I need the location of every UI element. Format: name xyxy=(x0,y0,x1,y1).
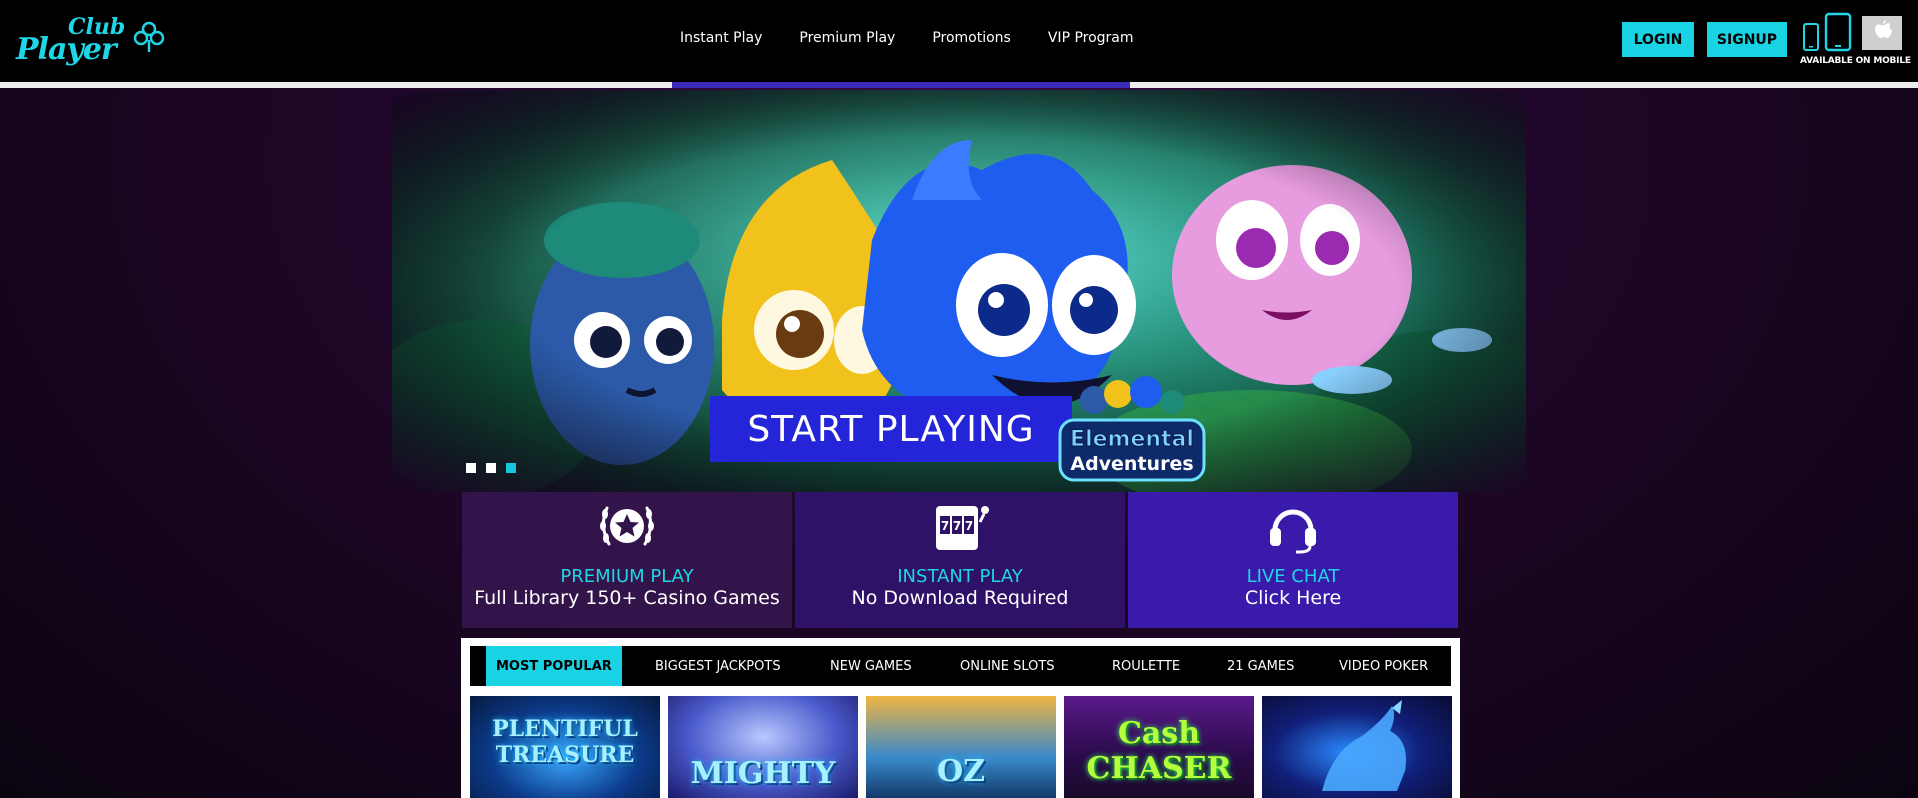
slot-machine-icon: 7 7 7 xyxy=(936,506,989,550)
login-button[interactable]: LOGIN xyxy=(1622,22,1694,57)
feature-tiles: PREMIUM PLAY Full Library 150+ Casino Ga… xyxy=(462,492,1458,628)
game-thumb-blue-horse[interactable] xyxy=(1262,696,1452,798)
feature-title: LIVE CHAT xyxy=(1246,566,1340,587)
game-thumb-label: MIGHTY xyxy=(690,756,836,791)
tab-online-slots[interactable]: ONLINE SLOTS xyxy=(960,646,1055,686)
clover-icon xyxy=(133,21,165,52)
tab-video-poker[interactable]: VIDEO POKER xyxy=(1339,646,1428,686)
game-thumb-oz[interactable]: OZ xyxy=(866,696,1056,798)
horse-icon xyxy=(1322,700,1406,791)
tab-most-popular[interactable]: MOST POPULAR xyxy=(486,646,622,686)
club-player-logo[interactable]: Club Player xyxy=(14,14,166,70)
nav-promotions[interactable]: Promotions xyxy=(932,30,1011,46)
tab-21-games[interactable]: 21 GAMES xyxy=(1227,646,1294,686)
feature-title: INSTANT PLAY xyxy=(897,566,1023,587)
feature-subtitle: No Download Required xyxy=(851,587,1069,609)
nav-instant-play[interactable]: Instant Play xyxy=(680,30,762,46)
site-header: Club Player Instant Play Premium Play Pr… xyxy=(0,0,1918,82)
mobile-availability[interactable]: AVAILABLE ON MOBILE xyxy=(1800,12,1911,70)
game-thumb-mighty[interactable]: MIGHTY xyxy=(668,696,858,798)
main-nav: Instant Play Premium Play Promotions VIP… xyxy=(680,30,1171,46)
game-logo-line1: Elemental xyxy=(1070,427,1194,452)
feature-subtitle: Click Here xyxy=(1244,587,1342,609)
feature-premium-play[interactable]: PREMIUM PLAY Full Library 150+ Casino Ga… xyxy=(462,492,792,628)
game-thumb-cash-chaser[interactable]: Cash CHASER xyxy=(1064,696,1254,798)
mobile-devices-icon xyxy=(1803,12,1902,52)
feature-instant-play[interactable]: 7 7 7 INSTANT PLAY No Download Required xyxy=(795,492,1125,628)
slider-dots xyxy=(466,463,516,473)
tab-roulette[interactable]: ROULETTE xyxy=(1112,646,1180,686)
headset-icon xyxy=(1270,509,1316,554)
game-thumb-label: Cash CHASER xyxy=(1086,716,1232,786)
svg-text:7: 7 xyxy=(941,519,949,533)
feature-subtitle: Full Library 150+ Casino Games xyxy=(474,587,780,609)
slider-dot-1[interactable] xyxy=(466,463,476,473)
game-thumb-plentiful-treasure[interactable]: PLENTIFUL TREASURE xyxy=(470,696,660,798)
feature-title: PREMIUM PLAY xyxy=(560,566,694,587)
game-thumb-label: OZ xyxy=(936,754,986,789)
logo-player-text: Player xyxy=(16,32,117,67)
elemental-adventures-logo: Elemental Adventures xyxy=(1058,376,1206,482)
slider-dot-2[interactable] xyxy=(486,463,496,473)
mobile-caption: AVAILABLE ON MOBILE xyxy=(1800,56,1911,66)
svg-text:7: 7 xyxy=(953,519,961,533)
games-section: MOST POPULAR BIGGEST JACKPOTS NEW GAMES … xyxy=(461,638,1460,798)
nav-vip-program[interactable]: VIP Program xyxy=(1048,30,1134,46)
tab-biggest-jackpots[interactable]: BIGGEST JACKPOTS xyxy=(655,646,781,686)
game-logo-line2: Adventures xyxy=(1070,453,1193,475)
star-laurel-icon xyxy=(600,506,654,546)
game-category-tabs: MOST POPULAR BIGGEST JACKPOTS NEW GAMES … xyxy=(470,646,1451,686)
tab-new-games[interactable]: NEW GAMES xyxy=(830,646,912,686)
nav-premium-play[interactable]: Premium Play xyxy=(799,30,895,46)
feature-live-chat[interactable]: LIVE CHAT Click Here xyxy=(1128,492,1458,628)
game-thumb-label: PLENTIFUL TREASURE xyxy=(492,716,638,768)
svg-text:7: 7 xyxy=(965,519,973,533)
signup-button[interactable]: SIGNUP xyxy=(1707,22,1787,57)
start-playing-button[interactable]: START PLAYING xyxy=(710,396,1072,462)
slider-dot-3[interactable] xyxy=(506,463,516,473)
